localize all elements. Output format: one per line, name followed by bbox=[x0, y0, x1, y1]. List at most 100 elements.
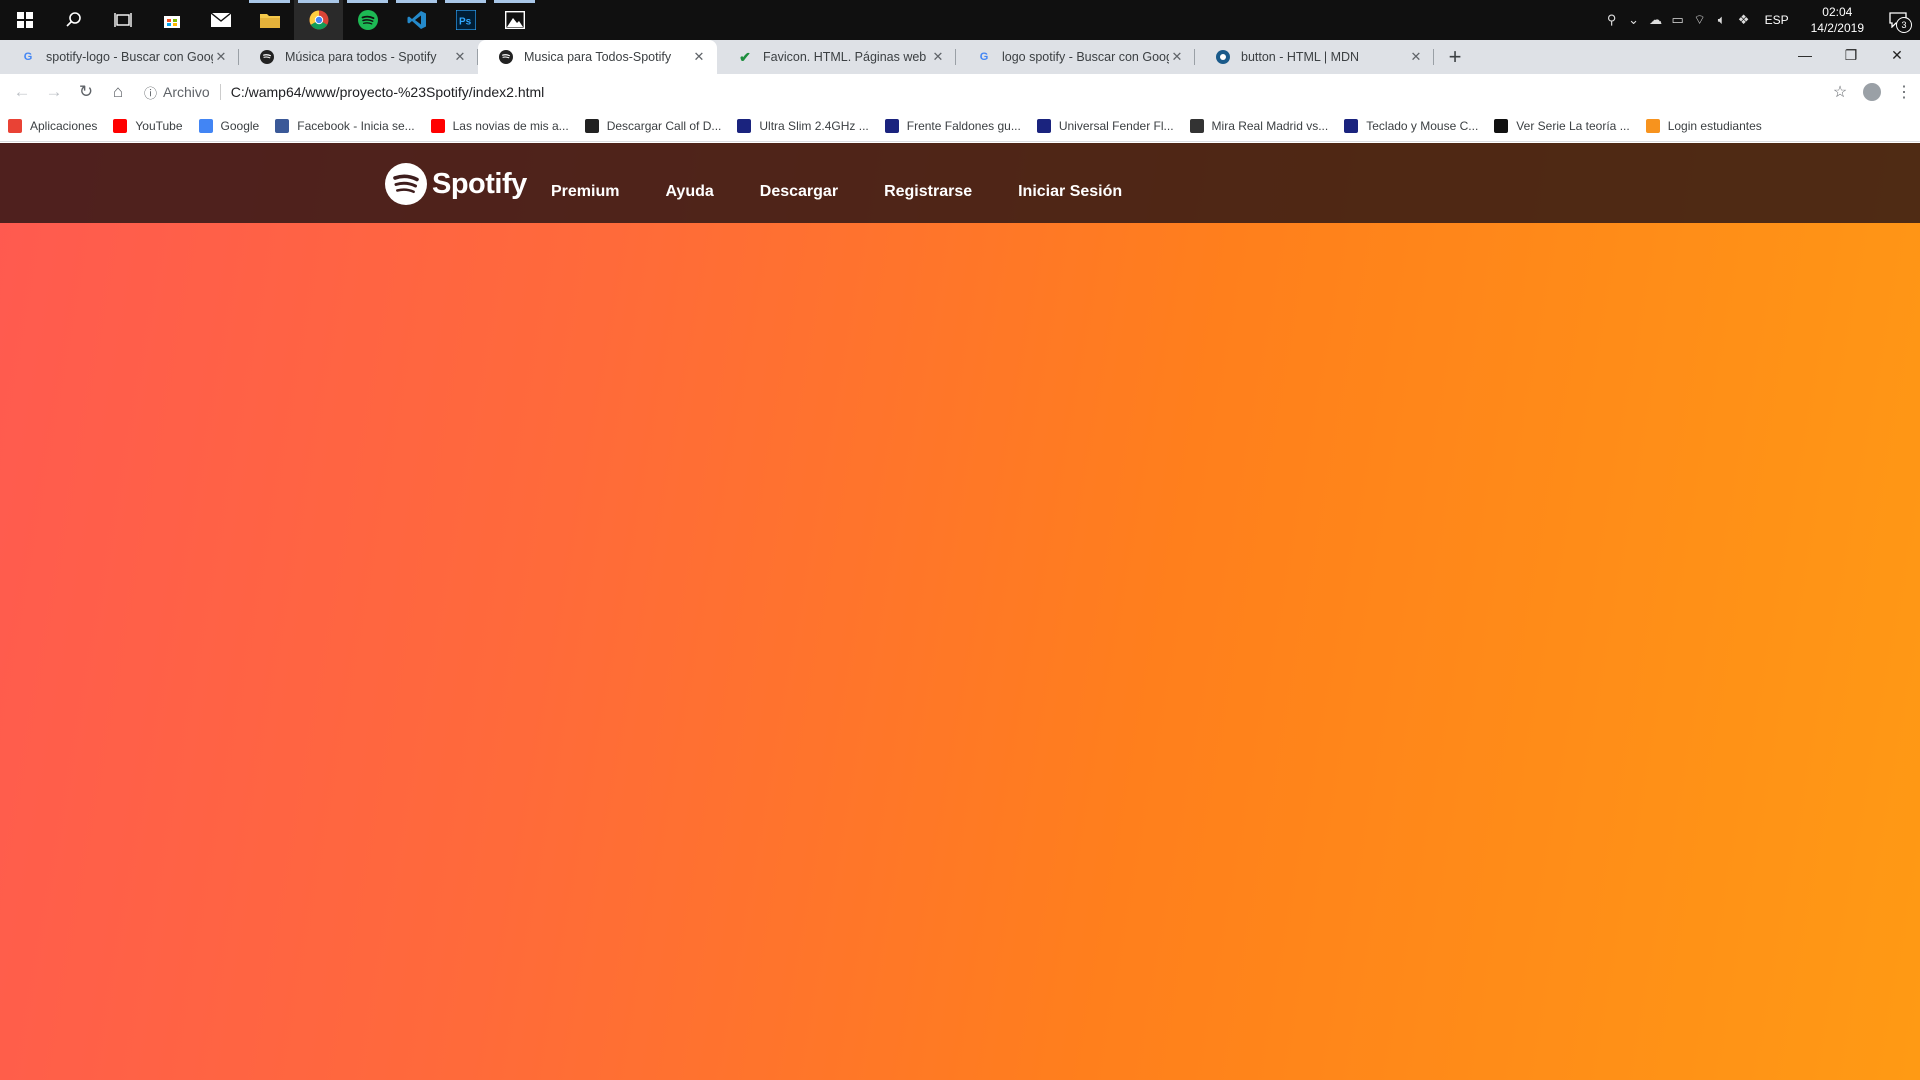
new-tab-button[interactable]: + bbox=[1438, 40, 1472, 74]
url-text[interactable]: C:/wamp64/www/proyecto-%23Spotify/index2… bbox=[231, 84, 545, 100]
shop-icon bbox=[737, 118, 752, 133]
browser-tab[interactable]: button - HTML | MDN ✕ bbox=[1195, 40, 1434, 74]
bookmark-label: Universal Fender Fl... bbox=[1058, 118, 1174, 133]
bookmark-item[interactable]: Aplicaciones bbox=[8, 118, 97, 133]
bookmark-item[interactable]: YouTube bbox=[113, 118, 183, 133]
back-arrow-icon[interactable]: ← bbox=[6, 76, 38, 108]
taskbar-chrome-button[interactable] bbox=[294, 0, 343, 40]
taskbar-photoshop-button[interactable]: Ps bbox=[441, 0, 490, 40]
bookmark-item[interactable]: Mira Real Madrid vs... bbox=[1189, 118, 1328, 133]
people-icon[interactable]: ⚲ bbox=[1601, 0, 1623, 40]
search-icon bbox=[65, 12, 81, 27]
bookmark-item[interactable]: Login estudiantes bbox=[1645, 118, 1762, 133]
bookmarks-bar: Aplicaciones YouTube Google Facebook - Inic… bbox=[0, 110, 1920, 142]
onedrive-cloud-icon[interactable]: ☁ bbox=[1645, 0, 1667, 40]
restore-icon[interactable]: ❐ bbox=[1828, 40, 1874, 70]
tab-close-icon[interactable]: ✕ bbox=[930, 49, 946, 65]
spotify-logo-icon bbox=[385, 163, 427, 205]
reload-icon[interactable]: ↻ bbox=[70, 76, 102, 108]
bookmark-item[interactable]: Ver Serie La teoría ... bbox=[1494, 118, 1630, 133]
browser-tab[interactable]: Gspotify-logo - Buscar con Google ✕ bbox=[0, 40, 239, 74]
vscode-icon bbox=[407, 11, 426, 29]
tab-title: Musica para Todos-Spotify bbox=[524, 50, 672, 64]
bookmark-label: Teclado y Mouse C... bbox=[1366, 118, 1479, 133]
spotify-logo[interactable]: Spotify bbox=[385, 163, 527, 205]
svg-text:Ps: Ps bbox=[459, 17, 472, 28]
windows-start-button[interactable] bbox=[0, 0, 49, 40]
taskbar-clock[interactable]: 02:04 14/2/2019 bbox=[1799, 4, 1876, 36]
google-icon: G bbox=[979, 51, 989, 63]
spotify-navbar: Spotify Premium Ayuda Descargar Registrarse… bbox=[0, 143, 1920, 223]
taskbar-search-button[interactable] bbox=[49, 0, 98, 40]
moodle-icon bbox=[1645, 118, 1660, 133]
profile-avatar-icon[interactable] bbox=[1863, 83, 1881, 101]
tab-close-icon[interactable]: ✕ bbox=[691, 49, 707, 65]
bookmark-item[interactable]: Google bbox=[198, 118, 260, 133]
dropbox-icon[interactable]: ❖ bbox=[1733, 0, 1755, 40]
bookmark-item[interactable]: Teclado y Mouse C... bbox=[1344, 118, 1479, 133]
tab-close-icon[interactable]: ✕ bbox=[213, 49, 229, 65]
input-language-indicator[interactable]: ESP bbox=[1755, 13, 1799, 27]
tab-close-icon[interactable]: ✕ bbox=[1169, 49, 1185, 65]
tab-title: button - HTML | MDN bbox=[1241, 50, 1360, 64]
nav-link-iniciar-sesi-n[interactable]: Iniciar Sesión bbox=[1018, 183, 1122, 201]
taskbar-explorer-button[interactable] bbox=[245, 0, 294, 40]
tab-title: Música para todos - Spotify bbox=[285, 50, 437, 64]
address-bar[interactable]: ⓘ Archivo C:/wamp64/www/proyecto-%23Spot… bbox=[144, 78, 1804, 106]
info-icon[interactable]: ⓘ bbox=[144, 83, 157, 102]
bookmark-item[interactable]: Las novias de mis a... bbox=[430, 118, 569, 133]
nav-link-descargar[interactable]: Descargar bbox=[760, 183, 838, 201]
spotify-page: Spotify Premium Ayuda Descargar Registrarse… bbox=[0, 143, 1920, 1080]
home-icon[interactable]: ⌂ bbox=[102, 76, 134, 108]
battery-icon[interactable]: ▭ bbox=[1667, 0, 1689, 40]
bookmark-label: Login estudiantes bbox=[1667, 118, 1762, 133]
tab-title: logo spotify - Buscar con Google bbox=[1002, 50, 1169, 64]
spotify-wordmark: Spotify bbox=[432, 167, 527, 200]
nav-link-ayuda[interactable]: Ayuda bbox=[665, 183, 713, 201]
windows-start-icon bbox=[16, 12, 33, 28]
bookmark-label: Ultra Slim 2.4GHz ... bbox=[759, 118, 869, 133]
browser-tab[interactable]: Música para todos - Spotify ✕ bbox=[239, 40, 478, 74]
bookmark-item[interactable]: Ultra Slim 2.4GHz ... bbox=[737, 118, 869, 133]
chrome-menu-icon[interactable]: ⋮ bbox=[1888, 76, 1920, 108]
forward-arrow-icon[interactable]: → bbox=[38, 76, 70, 108]
taskbar-photos-button[interactable] bbox=[490, 0, 539, 40]
bookmark-item[interactable]: Universal Fender Fl... bbox=[1036, 118, 1174, 133]
taskbar-apps: Ps bbox=[0, 0, 539, 40]
task-view-button[interactable] bbox=[98, 0, 147, 40]
photos-icon bbox=[504, 11, 525, 29]
spotify-icon bbox=[498, 49, 514, 65]
checkmark-icon: ✔ bbox=[739, 48, 751, 65]
nav-link-premium[interactable]: Premium bbox=[551, 183, 619, 201]
google-icon bbox=[198, 118, 213, 133]
bookmark-item[interactable]: Facebook - Inicia se... bbox=[275, 118, 415, 133]
bookmark-label: YouTube bbox=[135, 118, 183, 133]
bookmark-label: Google bbox=[220, 118, 260, 133]
taskbar-store-button[interactable] bbox=[147, 0, 196, 40]
volume-icon[interactable]: 🔈︎ bbox=[1711, 0, 1733, 40]
close-window-icon[interactable]: ✕ bbox=[1874, 40, 1920, 70]
browser-tab[interactable]: ✔ Favicon. HTML. Páginas web HTM✕ bbox=[717, 40, 956, 74]
browser-tab[interactable]: Glogo spotify - Buscar con Google ✕ bbox=[956, 40, 1195, 74]
browser-tab[interactable]: Musica para Todos-Spotify ✕ bbox=[478, 40, 717, 74]
spotify-icon bbox=[259, 49, 275, 65]
wifi-icon[interactable]: ⌔ bbox=[1689, 0, 1711, 40]
bookmark-label: Ver Serie La teoría ... bbox=[1516, 118, 1630, 133]
taskbar-mail-button[interactable] bbox=[196, 0, 245, 40]
bookmark-item[interactable]: Frente Faldones gu... bbox=[884, 118, 1021, 133]
bookmark-item[interactable]: Descargar Call of D... bbox=[584, 118, 721, 133]
task-view-icon bbox=[113, 13, 132, 27]
taskbar-spotify-button[interactable] bbox=[343, 0, 392, 40]
minimize-icon[interactable]: — bbox=[1782, 40, 1828, 70]
action-center-button[interactable]: 3 bbox=[1876, 0, 1920, 40]
shop-icon bbox=[1036, 118, 1051, 133]
google-icon: G bbox=[23, 51, 33, 63]
bookmark-star-icon[interactable]: ☆ bbox=[1824, 76, 1856, 108]
tab-close-icon[interactable]: ✕ bbox=[1408, 49, 1424, 65]
taskbar-vscode-button[interactable] bbox=[392, 0, 441, 40]
mail-icon bbox=[210, 13, 231, 27]
nav-link-registrarse[interactable]: Registrarse bbox=[884, 183, 972, 201]
p-icon bbox=[1494, 118, 1509, 133]
show-hidden-icons-chevron-up-icon[interactable]: ⌄ bbox=[1623, 0, 1645, 40]
tab-close-icon[interactable]: ✕ bbox=[452, 49, 468, 65]
